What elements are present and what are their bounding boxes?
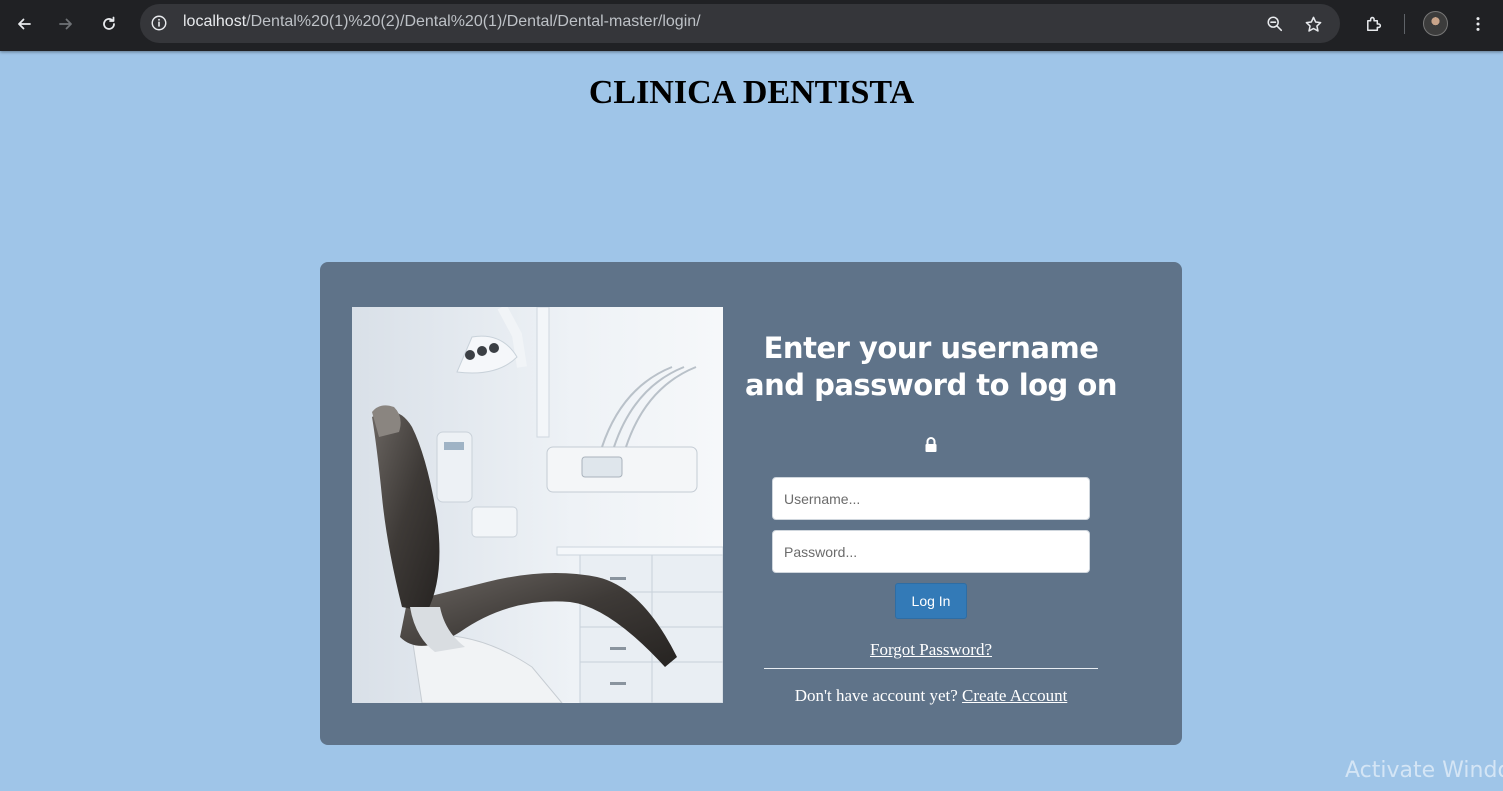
login-form: Enter your username and password to log … [735, 330, 1127, 705]
login-card: Enter your username and password to log … [320, 262, 1182, 745]
address-bar[interactable]: localhost/Dental%20(1)%20(2)/Dental%20(1… [140, 4, 1340, 43]
signup-prompt: Don't have account yet? [794, 686, 958, 705]
menu-kebab-icon[interactable] [1464, 10, 1492, 38]
username-input[interactable] [772, 477, 1090, 520]
forward-arrow-icon[interactable] [52, 10, 80, 38]
form-divider [764, 668, 1098, 669]
login-button[interactable]: Log In [895, 583, 967, 619]
activate-windows-watermark: Activate Windo [1345, 758, 1503, 783]
back-arrow-icon[interactable] [10, 10, 38, 38]
page-title: CLINICA DENTISTA [588, 74, 915, 111]
url-path: /Dental%20(1)%20(2)/Dental%20(1)/Dental/… [246, 13, 701, 30]
site-info-icon[interactable] [148, 12, 170, 34]
forgot-password-link[interactable]: Forgot Password? [735, 640, 1127, 660]
toolbar-divider [1404, 14, 1405, 34]
url-host: localhost [183, 13, 247, 30]
bookmark-star-icon[interactable] [1302, 13, 1324, 35]
zoom-icon[interactable] [1264, 13, 1286, 35]
dental-chair-image [352, 307, 723, 703]
reload-icon[interactable] [95, 10, 123, 38]
create-account-link[interactable]: Create Account [962, 686, 1067, 705]
login-heading: Enter your username and password to log … [745, 331, 1117, 402]
url-text[interactable]: localhost/Dental%20(1)%20(2)/Dental%20(1… [183, 13, 701, 31]
profile-avatar[interactable] [1423, 11, 1448, 36]
signup-row: Don't have account yet? Create Account [735, 686, 1127, 706]
browser-toolbar: localhost/Dental%20(1)%20(2)/Dental%20(1… [0, 0, 1503, 51]
password-input[interactable] [772, 530, 1090, 573]
extensions-icon[interactable] [1359, 10, 1387, 38]
lock-icon [923, 436, 939, 454]
